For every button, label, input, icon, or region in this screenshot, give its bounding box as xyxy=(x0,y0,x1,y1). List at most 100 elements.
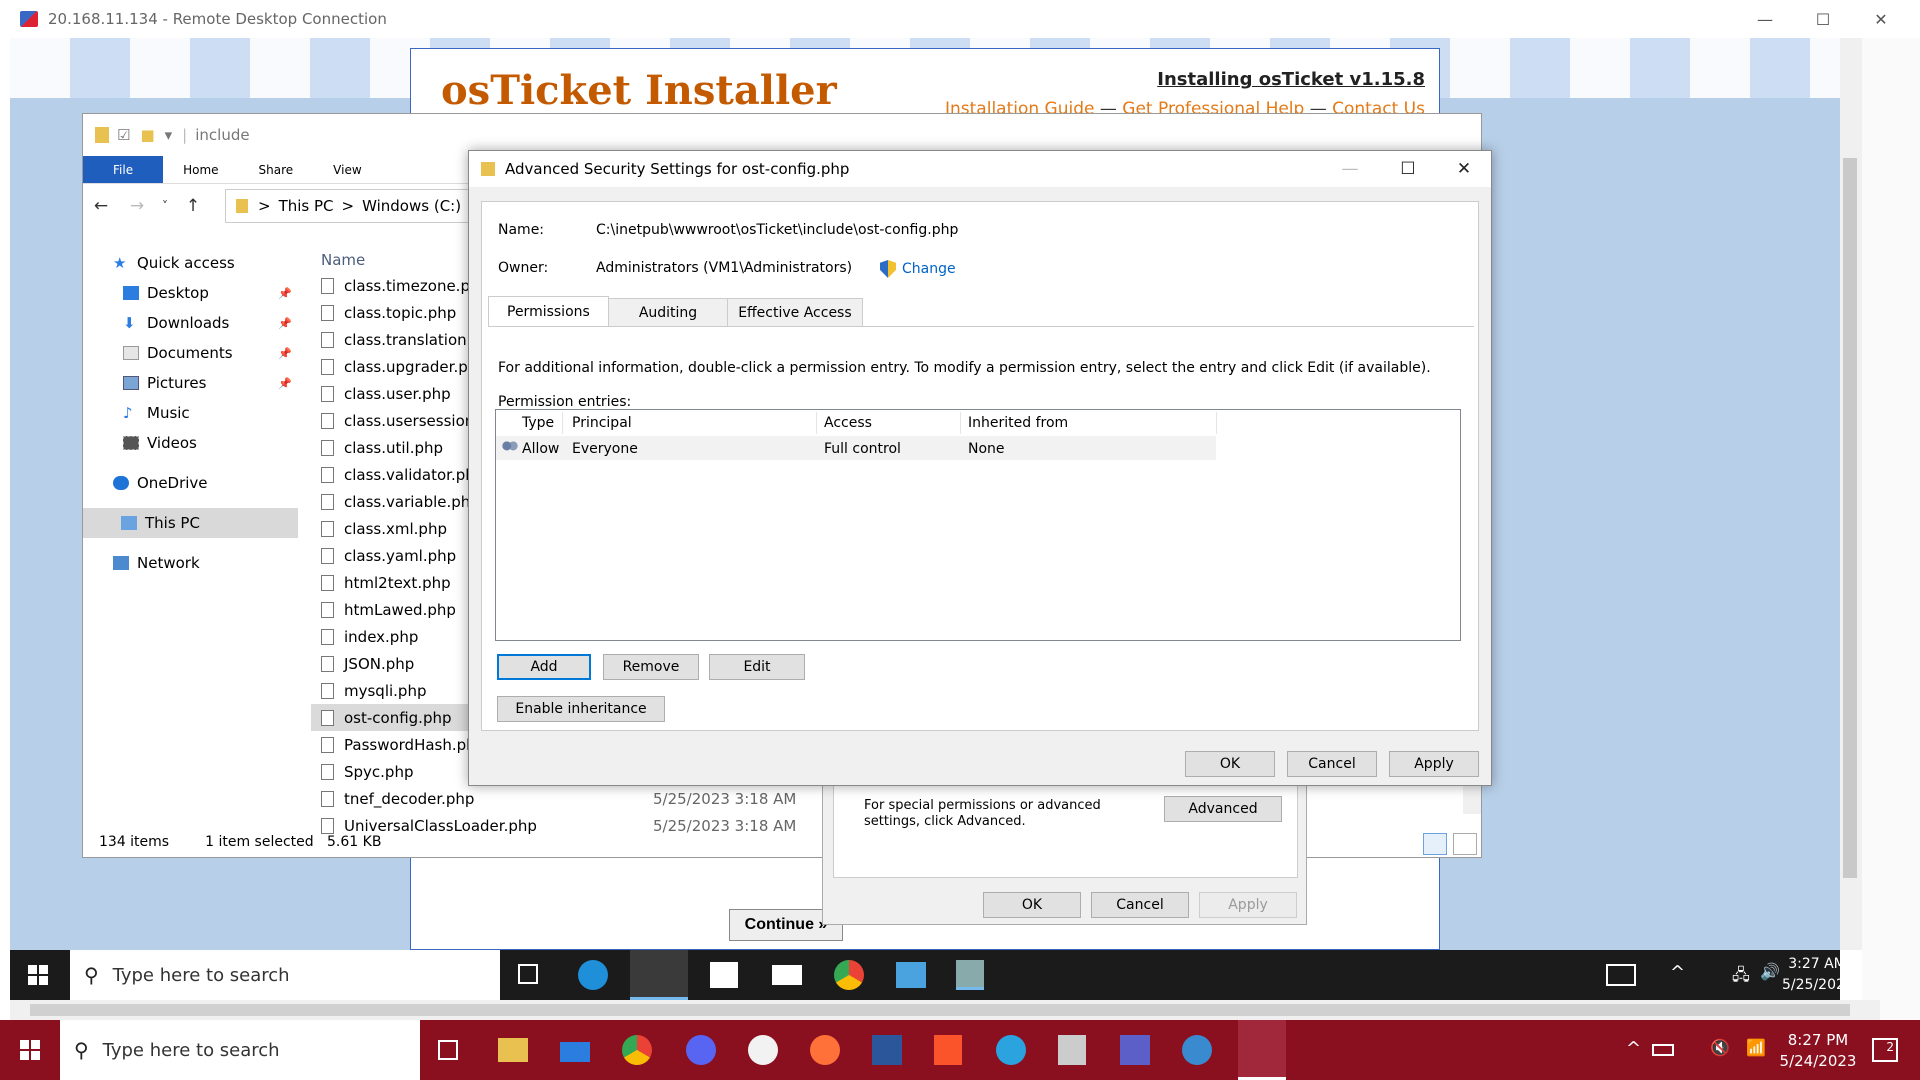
firefox-icon[interactable] xyxy=(810,1035,840,1065)
minimize-icon[interactable]: — xyxy=(1321,151,1379,187)
task-view-icon[interactable] xyxy=(438,1040,458,1060)
adv-apply-button[interactable]: Apply xyxy=(1389,751,1479,777)
notification-icon[interactable]: 2 xyxy=(1872,1038,1898,1062)
nav-pictures[interactable]: Pictures 📌 xyxy=(83,368,298,398)
props-ok-button[interactable]: OK xyxy=(983,892,1081,918)
close-icon[interactable]: ✕ xyxy=(1852,0,1910,38)
tab-effective-access[interactable]: Effective Access xyxy=(727,298,863,326)
task-view-icon[interactable] xyxy=(518,964,538,984)
file-row[interactable]: ost-config.php xyxy=(311,704,471,731)
remove-button[interactable]: Remove xyxy=(603,654,699,680)
nav-onedrive[interactable]: OneDrive xyxy=(83,468,298,498)
permission-entry-row[interactable]: Allow Everyone Full control None xyxy=(496,436,1216,460)
nav-music[interactable]: ♪ Music xyxy=(83,398,298,428)
col-type[interactable]: Type xyxy=(522,410,554,436)
maximize-icon[interactable]: ☐ xyxy=(1794,0,1852,38)
adv-cancel-button[interactable]: Cancel xyxy=(1287,751,1377,777)
details-view-icon[interactable] xyxy=(1423,833,1447,855)
close-icon[interactable]: ✕ xyxy=(1435,151,1493,187)
forward-arrow-icon[interactable]: → xyxy=(119,196,155,216)
file-explorer-taskbar-icon[interactable] xyxy=(630,950,688,1000)
tab-file[interactable]: File xyxy=(83,156,164,183)
advanced-security-dialog: Advanced Security Settings for ost-confi… xyxy=(468,150,1492,786)
network-tray-icon[interactable]: 🖧 xyxy=(1732,964,1750,991)
host-clock[interactable]: 8:27 PM 5/24/2023 xyxy=(1770,1030,1866,1072)
col-principal[interactable]: Principal xyxy=(572,410,632,436)
rdp-titlebar[interactable]: 20.168.11.134 - Remote Desktop Connectio… xyxy=(0,0,1920,38)
tab-share[interactable]: Share xyxy=(239,156,314,183)
nav-downloads[interactable]: ⬇ Downloads 📌 xyxy=(83,308,298,338)
breadcrumb-windows-c[interactable]: Windows (C:) xyxy=(362,197,461,215)
chevron-down-icon[interactable]: ▾ xyxy=(165,126,173,144)
host-search-box[interactable]: ⚲ Type here to search xyxy=(60,1020,420,1080)
pin-icon[interactable]: 📌 xyxy=(278,287,292,300)
mail-icon[interactable] xyxy=(560,1042,590,1062)
chrome-icon[interactable] xyxy=(834,960,864,990)
nav-documents[interactable]: Documents 📌 xyxy=(83,338,298,368)
app-icon[interactable] xyxy=(1058,1035,1086,1065)
remote-desktop-icon[interactable] xyxy=(896,962,926,988)
new-folder-icon[interactable]: ■ xyxy=(140,126,154,144)
volume-mute-icon[interactable]: 🔇 xyxy=(1710,1038,1730,1057)
tab-permissions[interactable]: Permissions xyxy=(488,296,609,326)
remote-vertical-scrollbar[interactable] xyxy=(1840,38,1862,950)
nav-network[interactable]: Network xyxy=(83,548,298,578)
chevron-up-icon[interactable]: ^ xyxy=(1626,1038,1641,1059)
tab-auditing[interactable]: Auditing xyxy=(607,298,729,326)
tiles-view-icon[interactable] xyxy=(1453,833,1477,855)
chevron-up-icon[interactable]: ^ xyxy=(1670,962,1685,983)
properties-icon[interactable]: ☑ xyxy=(117,126,130,144)
itunes-icon[interactable] xyxy=(748,1035,778,1065)
minimize-icon[interactable]: — xyxy=(1736,0,1794,38)
store-icon[interactable] xyxy=(710,962,738,988)
props-apply-button[interactable]: Apply xyxy=(1199,892,1297,918)
nav-desktop[interactable]: Desktop 📌 xyxy=(83,278,298,308)
breadcrumb-this-pc[interactable]: This PC xyxy=(279,197,334,215)
file-explorer-taskbar-icon[interactable] xyxy=(498,1038,528,1062)
discord-icon[interactable] xyxy=(686,1035,716,1065)
back-arrow-icon[interactable]: ← xyxy=(83,196,119,216)
props-cancel-button[interactable]: Cancel xyxy=(1091,892,1189,918)
change-owner-link[interactable]: Change xyxy=(880,260,956,278)
rdp-taskbar-icon[interactable] xyxy=(1238,1020,1286,1080)
remote-desktop[interactable]: osTicket Installer Installing osTicket v… xyxy=(10,38,1840,950)
enable-inheritance-button[interactable]: Enable inheritance xyxy=(497,696,665,722)
nav-this-pc[interactable]: This PC xyxy=(83,508,298,538)
adv-ok-button[interactable]: OK xyxy=(1185,751,1275,777)
mail-icon[interactable] xyxy=(772,965,802,985)
word-icon[interactable] xyxy=(872,1035,902,1065)
maximize-icon[interactable]: ☐ xyxy=(1379,151,1437,187)
nav-quick-access[interactable]: ★ Quick access xyxy=(83,248,298,278)
volume-icon[interactable]: 🔊 xyxy=(1760,962,1780,981)
permission-entries-list[interactable]: Type Principal Access Inherited from All… xyxy=(495,409,1461,641)
up-arrow-icon[interactable]: ↑ xyxy=(175,196,211,216)
teams-icon[interactable] xyxy=(1120,1035,1150,1065)
adv-titlebar[interactable]: Advanced Security Settings for ost-confi… xyxy=(469,151,1491,187)
remote-search-box[interactable]: ⚲ Type here to search xyxy=(70,950,500,1000)
tab-view[interactable]: View xyxy=(313,156,381,183)
server-manager-icon[interactable] xyxy=(956,960,984,990)
recent-chevron-icon[interactable]: ˅ xyxy=(155,199,175,213)
pin-icon[interactable]: 📌 xyxy=(278,317,292,330)
edit-button[interactable]: Edit xyxy=(709,654,805,680)
pin-icon[interactable]: 📌 xyxy=(278,347,292,360)
advanced-button[interactable]: Advanced xyxy=(1164,796,1282,822)
brave-icon[interactable] xyxy=(934,1035,962,1065)
chrome-icon[interactable] xyxy=(622,1035,652,1065)
start-icon[interactable] xyxy=(28,965,48,985)
wifi-icon[interactable]: 📶 xyxy=(1746,1038,1766,1057)
start-icon[interactable] xyxy=(20,1040,40,1060)
telegram-icon[interactable] xyxy=(996,1035,1026,1065)
add-button[interactable]: Add xyxy=(497,654,591,680)
remote-horizontal-scrollbar[interactable] xyxy=(10,1000,1880,1020)
col-access[interactable]: Access xyxy=(824,410,872,436)
nav-videos[interactable]: Videos xyxy=(83,428,298,458)
remote-clock[interactable]: 3:27 AM 5/25/2023 xyxy=(1782,954,1854,996)
news-icon[interactable] xyxy=(1606,964,1636,986)
edge-icon[interactable] xyxy=(578,960,608,990)
pin-icon[interactable]: 📌 xyxy=(278,377,292,390)
battery-icon[interactable] xyxy=(1652,1044,1674,1056)
tab-home[interactable]: Home xyxy=(163,156,238,183)
col-inherited-from[interactable]: Inherited from xyxy=(968,410,1068,436)
globe-icon[interactable] xyxy=(1182,1035,1212,1065)
